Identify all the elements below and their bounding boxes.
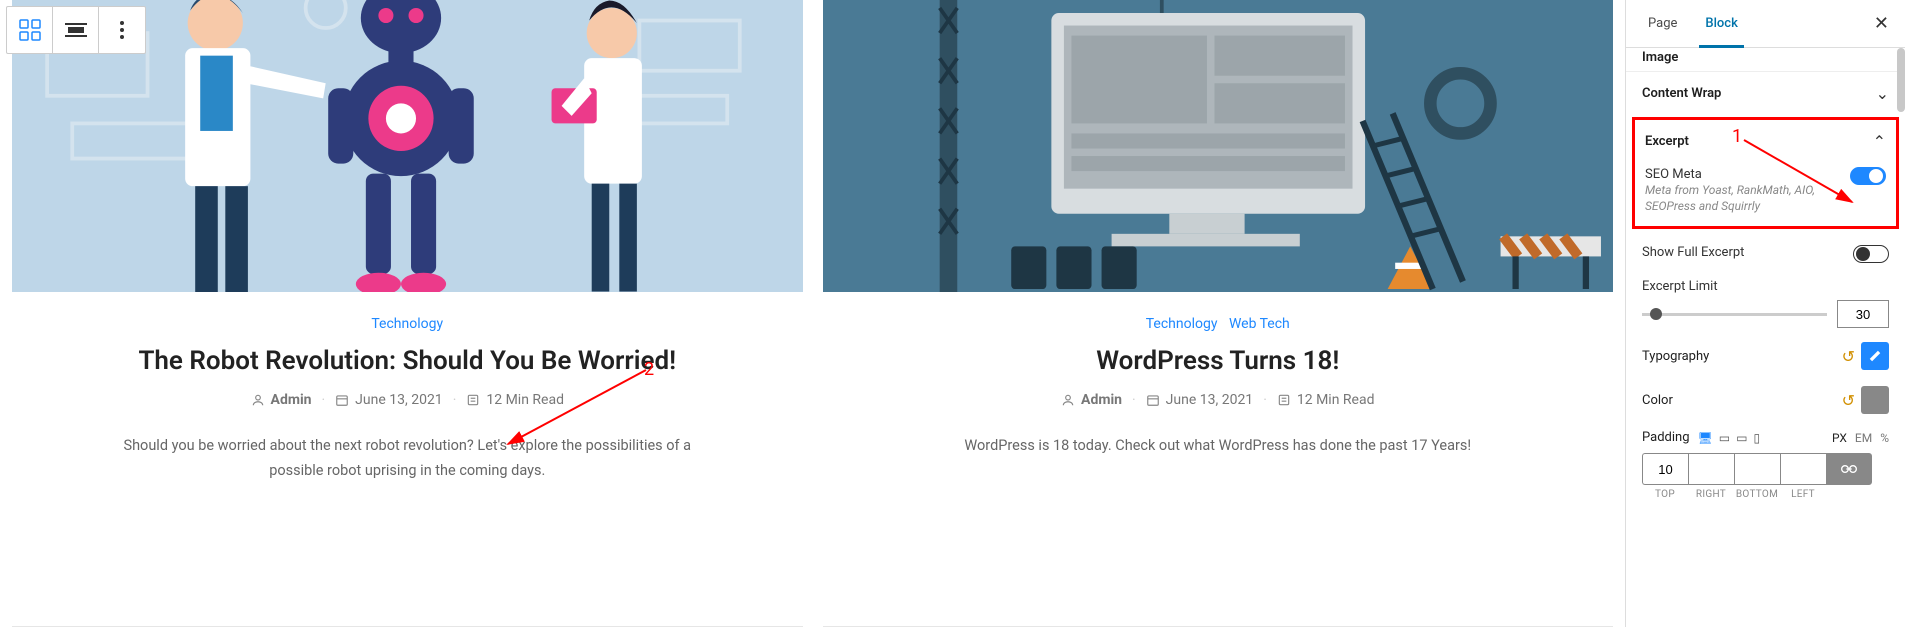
user-icon [251,393,265,407]
read-time: 12 Min Read [486,392,564,408]
settings-sidebar: Page Block ✕ Image ⌄ Content Wrap ⌄ Exce… [1625,0,1905,627]
post-title: The Robot Revolution: Should You Be Worr… [138,346,676,376]
padding-left-input[interactable] [1780,453,1826,485]
annotation-2: 2 [644,359,654,380]
show-full-label: Show Full Excerpt [1642,245,1744,260]
highlighted-excerpt-box: Excerpt ⌃ SEO Meta Meta from Yoast, Rank… [1632,117,1899,229]
tab-block[interactable]: Block [1699,0,1743,47]
unit-pct[interactable]: % [1880,431,1889,445]
edit-typography-button[interactable] [1861,342,1889,370]
typography-label: Typography [1642,349,1709,364]
show-full-toggle[interactable] [1853,245,1889,263]
excerpt-limit-input[interactable] [1837,300,1889,328]
post-date: June 13, 2021 [355,392,443,408]
section-padding: Padding 🖥 ▭ ▭ ▯ PX EM % [1626,422,1905,504]
category-link[interactable]: Web Tech [1229,316,1290,332]
padding-label: Padding [1642,430,1690,445]
toolbar-align-button[interactable] [53,7,99,53]
desktop-icon[interactable]: 🖥 [1698,431,1713,445]
calendar-icon [1146,393,1160,407]
label-bottom: BOTTOM [1734,489,1780,500]
post-image-construction [823,0,1614,292]
post-excerpt: WordPress is 18 today. Check out what Wo… [964,434,1471,459]
color-label: Color [1642,393,1673,408]
seo-meta-sublabel: Meta from Yoast, RankMath, AIO, SEOPress… [1645,182,1825,214]
padding-bottom-input[interactable] [1734,453,1780,485]
toolbar-more-button[interactable] [99,7,145,53]
chevron-up-icon: ⌃ [1873,132,1886,151]
block-toolbar [6,6,146,54]
read-time: 12 Min Read [1297,392,1375,408]
scrollbar-thumb[interactable] [1897,48,1905,112]
book-icon [1277,393,1291,407]
unit-px[interactable]: PX [1832,431,1847,445]
calendar-icon [335,393,349,407]
chevron-down-icon: ⌄ [1876,84,1889,103]
author-name: Admin [1081,392,1122,408]
label-top: TOP [1642,489,1688,500]
post-meta: Admin · June 13, 2021 · 12 Min Read [251,392,564,408]
padding-right-input[interactable] [1688,453,1734,485]
reset-icon[interactable]: ↺ [1842,347,1855,366]
author-name: Admin [271,392,312,408]
row-typography: Typography ↺ [1626,334,1905,378]
option-excerpt-limit: Excerpt Limit [1626,273,1905,334]
section-excerpt[interactable]: Excerpt ⌃ [1641,122,1890,161]
sidebar-tabs: Page Block ✕ [1626,0,1905,48]
post-excerpt: Should you be worried about the next rob… [107,434,707,483]
editor-canvas: Technology The Robot Revolution: Should … [0,0,1625,627]
unit-em[interactable]: EM [1855,431,1872,445]
toolbar-grid-button[interactable] [7,7,53,53]
post-categories: Technology Web Tech [1142,316,1294,332]
tab-page[interactable]: Page [1642,0,1683,47]
post-card-1[interactable]: Technology The Robot Revolution: Should … [12,0,803,627]
responsive-icons[interactable]: 🖥 ▭ ▭ ▯ [1698,431,1761,445]
post-categories: Technology [367,316,447,332]
post-date: June 13, 2021 [1166,392,1254,408]
seo-meta-label: SEO Meta [1645,167,1825,182]
excerpt-limit-slider[interactable] [1642,313,1827,316]
annotation-1: 1 [1732,126,1742,147]
label-right: RIGHT [1688,489,1734,500]
post-title: WordPress Turns 18! [1096,346,1339,376]
close-icon[interactable]: ✕ [1874,13,1889,34]
panel-body: Image ⌄ Content Wrap ⌄ Excerpt ⌃ SEO Met… [1626,48,1905,627]
category-link[interactable]: Technology [371,316,443,332]
link-values-button[interactable] [1826,453,1872,485]
section-label: Content Wrap [1642,86,1721,101]
section-image[interactable]: Image ⌄ [1626,48,1905,71]
padding-top-input[interactable] [1642,453,1688,485]
user-icon [1061,393,1075,407]
label-left: LEFT [1780,489,1826,500]
row-color: Color ↺ [1626,378,1905,422]
section-label: Image [1642,50,1678,65]
post-meta: Admin · June 13, 2021 · 12 Min Read [1061,392,1374,408]
reset-icon[interactable]: ↺ [1842,391,1855,410]
post-card-2[interactable]: Technology Web Tech WordPress Turns 18! … [823,0,1614,627]
excerpt-limit-label: Excerpt Limit [1642,279,1889,294]
mobile-landscape-icon[interactable]: ▭ [1736,431,1747,445]
tablet-icon[interactable]: ▭ [1719,431,1730,445]
mobile-icon[interactable]: ▯ [1753,431,1760,445]
section-label: Excerpt [1645,134,1689,149]
option-show-full-excerpt: Show Full Excerpt [1626,235,1905,273]
color-swatch[interactable] [1861,386,1889,414]
book-icon [466,393,480,407]
seo-meta-toggle[interactable] [1850,167,1886,185]
category-link[interactable]: Technology [1146,316,1218,332]
option-seo-meta: SEO Meta Meta from Yoast, RankMath, AIO,… [1641,161,1890,220]
section-content-wrap[interactable]: Content Wrap ⌄ [1626,71,1905,115]
